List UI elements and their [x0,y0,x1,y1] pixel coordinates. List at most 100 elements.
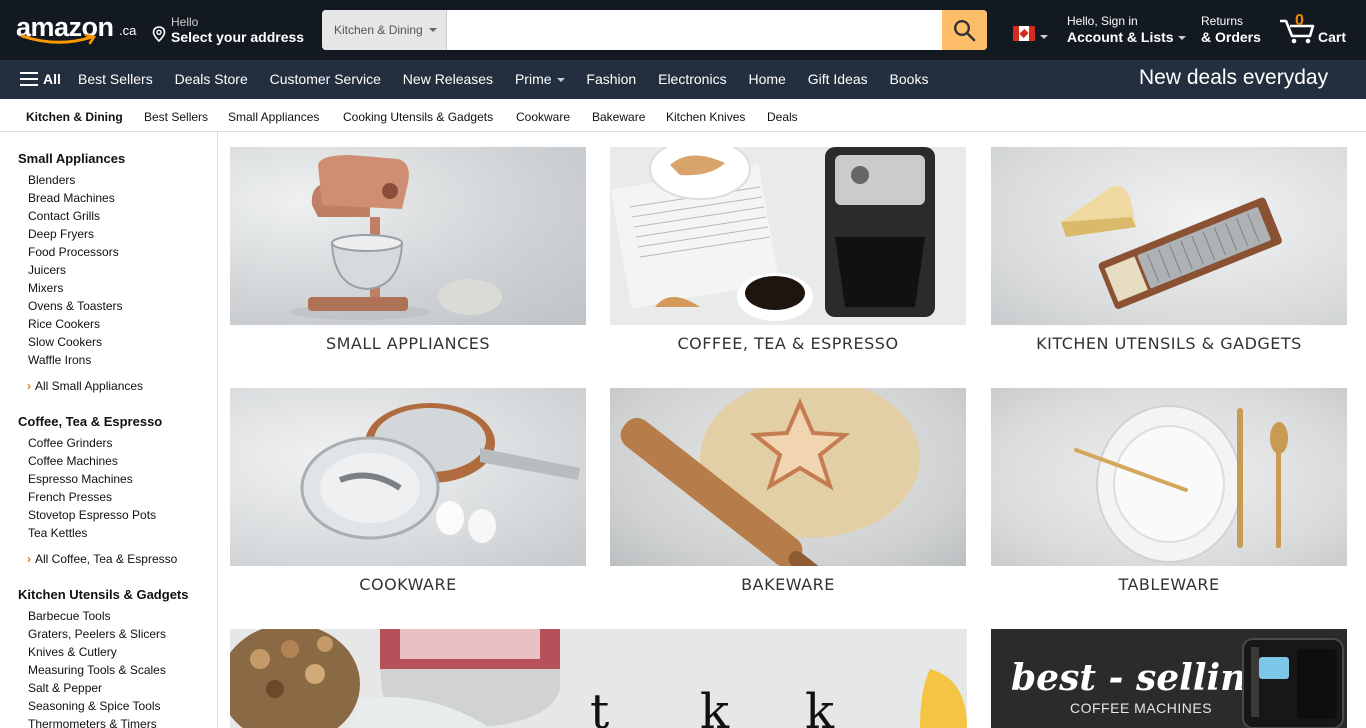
amazon-logo[interactable]: amazon .ca [16,12,136,48]
cart-button[interactable]: 0 Cart [1278,12,1350,48]
sidebar-item-thermometers[interactable]: Thermometers & Timers [28,717,157,728]
sidebar-item-deep-fryers[interactable]: Deep Fryers [28,227,94,241]
sidebar-item-seasoning[interactable]: Seasoning & Spice Tools [28,699,161,713]
sidebar-heading-small-appliances[interactable]: Small Appliances [18,151,125,166]
chevron-down-icon [556,78,565,83]
subnav-deals[interactable]: Deals [767,110,798,124]
svg-text:k: k [700,684,730,728]
tile-kitchen-utensils[interactable] [991,147,1347,325]
sidebar-item-mixers[interactable]: Mixers [28,281,63,295]
tile-caption-cookware[interactable]: COOKWARE [230,575,586,594]
plates-icon [1074,405,1288,563]
promo-coffee-subtitle: COFFEE MACHINES [1070,700,1213,716]
new-deals-promo[interactable]: New deals everyday [1139,66,1328,90]
account-and-lists[interactable]: Hello, Sign in Account & Lists [1067,14,1186,45]
tile-caption-tableware[interactable]: TABLEWARE [991,575,1347,594]
search-icon [953,19,976,42]
sidebar-heading-coffee-tea[interactable]: Coffee, Tea & Espresso [18,414,162,429]
sidebar-item-tea-kettles[interactable]: Tea Kettles [28,526,87,540]
account-lists-label: Account & Lists [1067,29,1174,45]
sidebar-item-rice-cookers[interactable]: Rice Cookers [28,317,100,331]
tile-coffee-tea-espresso[interactable] [610,147,966,325]
sidebar-item-waffle-irons[interactable]: Waffle Irons [28,353,91,367]
all-menu-label: All [43,71,61,87]
category-subnav: Kitchen & Dining Best Sellers Small Appl… [0,99,1366,132]
svg-text:k: k [805,684,835,728]
sidebar-item-slow-cookers[interactable]: Slow Cookers [28,335,102,349]
category-sidebar: Small Appliances Blenders Bread Machines… [0,132,218,728]
returns-and-orders[interactable]: Returns & Orders [1201,14,1261,45]
nav-link-home[interactable]: Home [748,71,785,87]
nav-link-customer-service[interactable]: Customer Service [270,71,381,87]
sidebar-item-blenders[interactable]: Blenders [28,173,75,187]
tile-bakeware[interactable] [610,388,966,566]
chevron-right-icon: › [27,552,31,566]
address-select-label: Select your address [171,29,305,45]
sidebar-item-contact-grills[interactable]: Contact Grills [28,209,100,223]
sidebar-item-espresso-machines[interactable]: Espresso Machines [28,472,133,486]
location-pin-icon [152,26,166,42]
sidebar-item-coffee-machines[interactable]: Coffee Machines [28,454,118,468]
nav-link-new-releases[interactable]: New Releases [403,71,493,87]
all-menu-button[interactable]: All [20,71,61,87]
search-button[interactable] [942,10,987,50]
deliver-to-address[interactable]: Hello Select your address [152,14,308,48]
saucepan-icon [300,403,580,543]
smile-arrow-icon [20,34,97,45]
sidebar-item-food-processors[interactable]: Food Processors [28,245,119,259]
subnav-cooking-utensils[interactable]: Cooking Utensils & Gadgets [343,110,493,124]
hamburger-menu-icon [20,72,38,86]
subnav-small-appliances[interactable]: Small Appliances [228,110,319,124]
search-input[interactable] [447,10,942,50]
promo-food-storage[interactable]: t k k [230,629,967,728]
sidebar-item-bread-machines[interactable]: Bread Machines [28,191,115,205]
nav-link-books[interactable]: Books [890,71,929,87]
subnav-kitchen-dining[interactable]: Kitchen & Dining [26,110,123,124]
tile-caption-bakeware[interactable]: BAKEWARE [610,575,966,594]
sidebar-item-barbecue-tools[interactable]: Barbecue Tools [28,609,111,623]
canada-flag-icon[interactable] [1013,26,1035,41]
tile-caption-coffee-tea-espresso[interactable]: COFFEE, TEA & ESPRESSO [610,334,966,353]
subnav-cookware[interactable]: Cookware [516,110,570,124]
tile-cookware[interactable] [230,388,586,566]
sidebar-item-juicers[interactable]: Juicers [28,263,66,277]
search-category-label: Kitchen & Dining [334,23,423,37]
sidebar-item-stovetop-espresso[interactable]: Stovetop Espresso Pots [28,508,156,522]
sidebar-item-graters[interactable]: Graters, Peelers & Slicers [28,627,166,641]
promo-coffee-title: best - selling [1011,657,1272,699]
tile-caption-kitchen-utensils[interactable]: KITCHEN UTENSILS & GADGETS [991,334,1347,353]
nav-link-best-sellers[interactable]: Best Sellers [78,71,153,87]
nav-link-prime[interactable]: Prime [515,71,565,87]
nav-link-gift-ideas[interactable]: Gift Ideas [808,71,868,87]
stand-mixer-icon [290,155,502,320]
search-category-dropdown[interactable]: Kitchen & Dining [322,10,447,50]
subnav-best-sellers[interactable]: Best Sellers [144,110,208,124]
sidebar-item-french-presses[interactable]: French Presses [28,490,112,504]
chevron-down-icon [1177,36,1186,41]
sidebar-all-small-appliances[interactable]: › All Small Appliances [27,379,143,393]
coffee-machine-icon [1242,638,1344,728]
sidebar-item-ovens-toasters[interactable]: Ovens & Toasters [28,299,123,313]
cheese-grater-icon [1061,186,1282,309]
sidebar-all-label: All Coffee, Tea & Espresso [35,552,178,566]
tile-caption-small-appliances[interactable]: SMALL APPLIANCES [230,334,586,353]
svg-text:t: t [590,684,609,728]
sidebar-heading-kitchen-utensils[interactable]: Kitchen Utensils & Gadgets [18,587,188,602]
subnav-bakeware[interactable]: Bakeware [592,110,645,124]
sidebar-item-knives[interactable]: Knives & Cutlery [28,645,117,659]
subnav-kitchen-knives[interactable]: Kitchen Knives [666,110,745,124]
sidebar-all-coffee-tea[interactable]: › All Coffee, Tea & Espresso [27,552,177,566]
returns-label: Returns [1201,14,1244,28]
sidebar-item-salt-pepper[interactable]: Salt & Pepper [28,681,102,695]
tile-tableware[interactable] [991,388,1347,566]
tile-small-appliances[interactable] [230,147,586,325]
logo-tld: .ca [119,23,137,38]
sidebar-item-measuring[interactable]: Measuring Tools & Scales [28,663,166,677]
nav-link-fashion[interactable]: Fashion [586,71,636,87]
promo-best-selling-coffee[interactable]: best - selling COFFEE MACHINES [991,629,1347,728]
nav-link-electronics[interactable]: Electronics [658,71,726,87]
rolling-pin-icon [620,388,920,566]
nav-link-prime-label: Prime [514,71,552,87]
sidebar-item-coffee-grinders[interactable]: Coffee Grinders [28,436,113,450]
nav-link-deals-store[interactable]: Deals Store [175,71,248,87]
